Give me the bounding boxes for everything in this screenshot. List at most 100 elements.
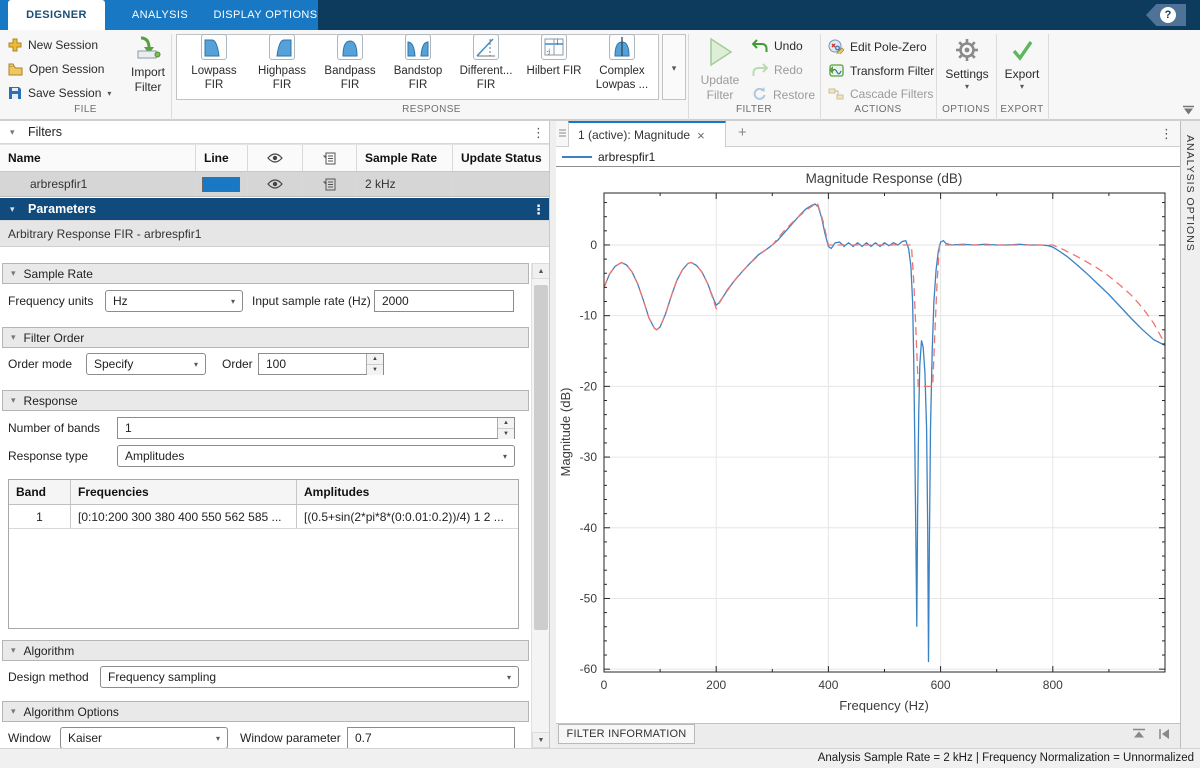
new-tab-button[interactable]: + — [738, 124, 747, 141]
collapse-ribbon-icon[interactable] — [1182, 105, 1195, 116]
filter-row[interactable]: arbrespfir1 2 kHz — [0, 172, 550, 197]
close-tab-icon[interactable]: × — [697, 128, 705, 143]
scroll-down-button[interactable]: ▼ — [532, 732, 550, 748]
parameters-menu-icon[interactable]: ⋮ — [532, 202, 545, 218]
collapse-parameters-icon[interactable]: ▾ — [10, 204, 15, 215]
tab-analysis[interactable]: ANALYSIS — [115, 0, 205, 30]
col-visible[interactable] — [248, 145, 303, 171]
analysis-options-strip[interactable]: ANALYSIS OPTIONS — [1180, 121, 1200, 748]
check-icon — [1010, 38, 1034, 62]
collapse-filters-icon[interactable]: ▾ — [10, 127, 15, 138]
response-section-label: RESPONSE — [176, 104, 687, 118]
line-color-swatch[interactable] — [202, 177, 240, 192]
collapse-left-icon[interactable] — [1158, 728, 1171, 740]
parameters-panel-header[interactable]: ▾ Parameters ⋮ — [0, 198, 550, 221]
export-section-label: EXPORT — [996, 104, 1048, 118]
analysis-menu-icon[interactable]: ⋮ — [1160, 126, 1173, 142]
highpass-fir-button[interactable]: Highpass FIR — [248, 32, 316, 94]
edit-pole-zero-icon — [828, 39, 844, 54]
filter-order-section-header[interactable]: ▾Filter Order — [2, 327, 529, 348]
differentiator-icon — [473, 34, 499, 60]
file-section-label: FILE — [0, 104, 171, 118]
tab-overflow-icon[interactable] — [558, 128, 567, 140]
bands-stepper[interactable]: ▲▼ — [497, 418, 514, 438]
scroll-up-button[interactable]: ▲ — [532, 263, 550, 279]
design-method-dropdown[interactable]: Frequency sampling▾ — [100, 666, 519, 688]
order-field[interactable]: 100 ▲▼ — [258, 353, 384, 375]
open-session-button[interactable]: Open Session — [8, 62, 104, 76]
parameters-scrollbar[interactable]: ▲ ▼ — [531, 263, 549, 748]
magnitude-tab[interactable]: 1 (active): Magnitude × — [568, 121, 726, 147]
restore-button[interactable]: Restore — [752, 87, 815, 102]
band-table-row[interactable]: 1 [0:10:200 300 380 400 550 562 585 ... … — [9, 505, 518, 529]
algorithm-options-section-header[interactable]: ▾Algorithm Options — [2, 701, 529, 722]
transform-filter-button[interactable]: Transform Filter — [828, 63, 934, 78]
scrollbar-thumb[interactable] — [534, 285, 548, 630]
analysis-tab-bar: 1 (active): Magnitude × + ⋮ — [556, 121, 1180, 147]
folder-icon — [8, 63, 23, 76]
response-section-header[interactable]: ▾Response — [2, 390, 529, 411]
input-sample-rate-label: Input sample rate (Hz) — [252, 290, 371, 312]
import-filter-button[interactable]: Import Filter — [124, 36, 172, 95]
filter-info-icon — [323, 152, 336, 165]
import-icon — [135, 36, 161, 60]
col-sample-rate[interactable]: Sample Rate — [357, 145, 453, 171]
visibility-toggle[interactable] — [248, 172, 303, 196]
save-session-button[interactable]: Save Session ▾ — [8, 86, 111, 100]
save-icon — [8, 86, 22, 100]
sample-rate-section-header[interactable]: ▾Sample Rate — [2, 263, 529, 284]
window-dropdown[interactable]: Kaiser▾ — [60, 727, 228, 748]
response-type-dropdown[interactable]: Amplitudes▾ — [117, 445, 515, 467]
frequency-units-label: Frequency units — [8, 290, 93, 312]
update-filter-button[interactable]: Update Filter — [692, 36, 748, 103]
order-stepper[interactable]: ▲▼ — [366, 354, 383, 374]
eye-icon — [267, 153, 283, 163]
order-mode-dropdown[interactable]: Specify▾ — [86, 353, 206, 375]
bandstop-fir-button[interactable]: Bandstop FIR — [384, 32, 452, 94]
window-parameter-field[interactable]: 0.7 — [347, 727, 515, 748]
filter-info-button[interactable] — [303, 172, 357, 196]
frequency-units-dropdown[interactable]: Hz▾ — [105, 290, 243, 312]
hilbert-fir-button[interactable]: j-j Hilbert FIR — [520, 32, 588, 94]
tab-designer[interactable]: DESIGNER — [8, 0, 105, 30]
dropdown-arrow-icon: ▾ — [209, 734, 227, 743]
filter-designer-app: DESIGNER ANALYSIS DISPLAY OPTIONS ? New … — [0, 0, 1200, 768]
algorithm-section-header[interactable]: ▾Algorithm — [2, 640, 529, 661]
number-of-bands-field[interactable]: 1 ▲▼ — [117, 417, 515, 439]
filter-information-tab[interactable]: FILTER INFORMATION — [558, 724, 695, 744]
export-button[interactable]: Export ▾ — [998, 38, 1046, 91]
magnitude-response-figure: Magnitude Response (dB) Frequency (Hz) M… — [556, 167, 1180, 723]
complex-lowpass-fir-button[interactable]: Complex Lowpas ... — [588, 32, 656, 94]
redo-button[interactable]: Redo — [752, 63, 803, 77]
band-table-header: Band Frequencies Amplitudes — [9, 480, 518, 505]
settings-button[interactable]: Settings ▾ — [938, 38, 996, 91]
parameters-subtitle: Arbitrary Response FIR - arbrespfir1 — [0, 221, 550, 247]
differentiator-fir-button[interactable]: Different... FIR — [452, 32, 520, 94]
design-method-label: Design method — [8, 666, 89, 688]
title-bar: DESIGNER ANALYSIS DISPLAY OPTIONS ? — [0, 0, 1200, 30]
gallery-expand-button[interactable]: ▾ — [662, 34, 686, 100]
edit-pole-zero-button[interactable]: Edit Pole-Zero — [828, 39, 927, 54]
help-button[interactable]: ? — [1146, 4, 1186, 26]
input-sample-rate-field[interactable]: 2000 — [374, 290, 514, 312]
dropdown-arrow-icon: ▾ — [224, 297, 242, 306]
col-line[interactable]: Line — [196, 145, 248, 171]
filters-panel-header[interactable]: ▾ Filters ⋮ — [0, 122, 550, 144]
filters-menu-icon[interactable]: ⋮ — [532, 125, 545, 141]
col-info[interactable] — [303, 145, 357, 171]
collapse-panel-icon[interactable] — [1132, 728, 1146, 740]
new-session-button[interactable]: New Session — [8, 38, 98, 52]
undo-icon — [752, 39, 768, 53]
options-section-label: OPTIONS — [936, 104, 996, 118]
tab-display-options[interactable]: DISPLAY OPTIONS — [213, 0, 318, 30]
magnitude-chart[interactable]: Magnitude Response (dB) Frequency (Hz) M… — [556, 167, 1180, 723]
bandpass-fir-button[interactable]: Bandpass FIR — [316, 32, 384, 94]
col-update-status[interactable]: Update Status — [453, 145, 550, 171]
col-name[interactable]: Name — [0, 145, 196, 171]
save-dropdown-arrow[interactable]: ▾ — [107, 89, 111, 98]
svg-text:-10: -10 — [580, 309, 598, 323]
lowpass-fir-button[interactable]: Lowpass FIR — [180, 32, 248, 94]
filter-section-label: FILTER — [688, 104, 820, 118]
cascade-filters-button[interactable]: Cascade Filters — [828, 87, 933, 101]
undo-button[interactable]: Undo — [752, 39, 803, 53]
